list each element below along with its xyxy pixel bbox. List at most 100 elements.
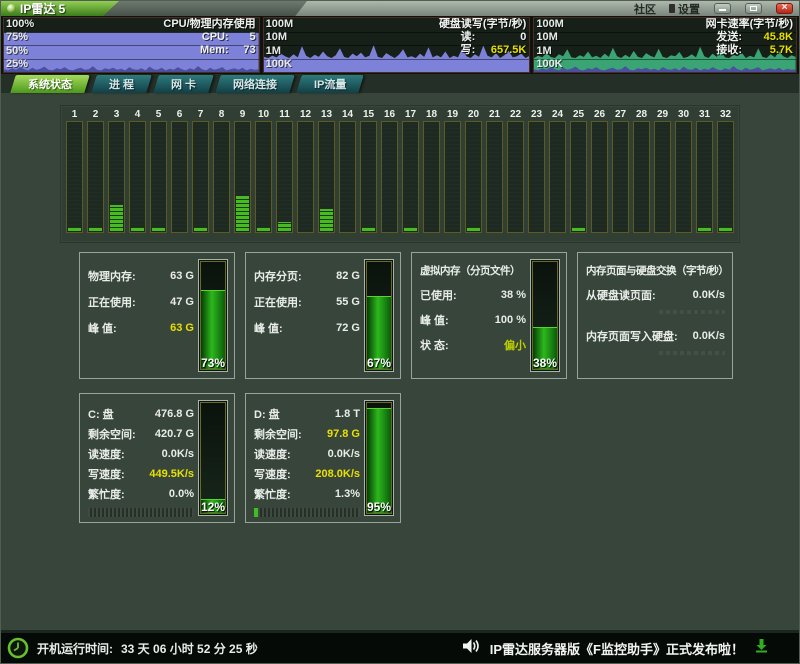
disk-panel-2: D: 盘1.8 T剩余空间:97.8 G读速度:0.0K/s写速度:208.0K… [245, 393, 401, 523]
cpu-core: 20 [465, 108, 482, 233]
reading-label: Mem: [200, 44, 229, 57]
tab-5[interactable]: IP流量 [296, 75, 364, 93]
reading-value: 657.5K [480, 44, 526, 57]
tab-1[interactable]: 系统状态 [10, 75, 90, 93]
reading-value: 73 [234, 44, 256, 57]
panel-rows: 内存分页: 82 G 正在使用: 55 G 峰 值: 72 G [254, 263, 360, 341]
cpu-core-number: 16 [384, 108, 395, 121]
disk-busy-bar [254, 508, 360, 517]
gauge-body [366, 402, 392, 514]
announcement-text[interactable]: IP雷达服务器版《F监控助手》正式发布啦！ [490, 639, 744, 658]
cpu-core: 19 [444, 108, 461, 233]
info-value: 97.8 G [327, 428, 360, 440]
cpu-core: 25 [570, 108, 587, 233]
info-label: 正在使用: [254, 294, 302, 310]
disk-panel-1: C: 盘476.8 G剩余空间:420.7 G读速度:0.0K/s写速度:449… [79, 393, 235, 523]
cpu-core: 29 [654, 108, 671, 233]
cpu-core-fill [698, 227, 711, 231]
info-row: 从硬盘读页面:0.0K/s [586, 282, 725, 307]
panel-rows: 物理内存:63 G正在使用:47 G峰 值:63 G [88, 263, 194, 341]
info-label: 峰 值: [254, 320, 283, 336]
maximize-button[interactable] [745, 3, 762, 14]
chart-reading: 写:657.5K [461, 44, 527, 57]
cpu-core-number: 30 [678, 108, 689, 121]
close-button[interactable]: × [776, 3, 793, 14]
close-icon: × [777, 2, 792, 13]
info-label: 内存分页: [254, 268, 302, 284]
settings-button[interactable]: 设置 [669, 1, 700, 17]
info-value: 82 G [336, 270, 360, 282]
cpu-core-number: 17 [405, 108, 416, 121]
info-value: 55 G [336, 296, 360, 308]
disk-busy-bar [88, 508, 194, 517]
gauge-percent: 73% [199, 356, 227, 370]
cpu-core: 26 [591, 108, 608, 233]
chart-y-label: 10M [266, 31, 287, 43]
info-label: 峰 值: [88, 320, 117, 336]
panel-title: 虚拟内存（分页文件） [420, 263, 526, 278]
cpu-core-number: 3 [114, 108, 120, 121]
community-link[interactable]: 社区 [634, 1, 656, 17]
cpu-core-number: 5 [156, 108, 162, 121]
cpu-core-number: 19 [447, 108, 458, 121]
cpu-core: 5 [150, 108, 167, 233]
info-row: 物理内存:63 G [88, 263, 194, 289]
memory-panel-4: 内存页面与硬盘交换（字节/秒）从硬盘读页面:0.0K/s内存页面写入硬盘:0.0… [577, 252, 733, 379]
tab-2[interactable]: 进 程 [91, 75, 152, 93]
chart-gridline [264, 59, 530, 60]
cpu-core: 21 [486, 108, 503, 233]
disk-name: C: 盘 [88, 406, 114, 422]
cpu-core: 15 [360, 108, 377, 233]
info-row: 读速度:0.0K/s [88, 444, 194, 464]
gauge-percent: 38% [531, 356, 559, 370]
info-label: 写速度: [254, 466, 291, 482]
usage-gauge: 38% [530, 259, 560, 372]
tab-4[interactable]: 网络连接 [215, 75, 295, 93]
disk-name-row: C: 盘476.8 G [88, 404, 194, 424]
reading-label: 读: [461, 31, 476, 44]
cpu-core-bar [234, 121, 251, 233]
cpu-core-fill [131, 227, 144, 231]
chart-reading: 接收:5.7K [716, 44, 793, 57]
cpu-core: 14 [339, 108, 356, 233]
cpu-core-bar [171, 121, 188, 233]
settings-label: 设置 [678, 1, 700, 17]
reading-value: 5 [234, 31, 256, 44]
info-row: 峰 值:63 G [88, 315, 194, 341]
cpu-core-number: 20 [468, 108, 479, 121]
info-row: 剩余空间:97.8 G [254, 424, 360, 444]
info-label: 状 态: [420, 337, 449, 353]
cpu-core-bar [87, 121, 104, 233]
titlebar-actions: 社区 设置 × [634, 1, 799, 17]
chart-y-label: 10M [536, 31, 557, 43]
cpu-core-bar [276, 121, 293, 233]
tab-3[interactable]: 网 卡 [153, 75, 214, 93]
minimize-button[interactable] [714, 3, 731, 14]
chart-title: 硬盘读写(字节/秒) [439, 18, 526, 31]
status-bar: 开机运行时间: 33 天 06 小时 52 分 25 秒 IP雷达服务器版《F监… [1, 630, 799, 663]
disk-size: 1.8 T [335, 408, 360, 420]
panel-rows: D: 盘1.8 T剩余空间:97.8 G读速度:0.0K/s写速度:208.0K… [254, 404, 360, 517]
info-row: 峰 值: 72 G [254, 315, 360, 341]
cpu-core-number: 31 [699, 108, 710, 121]
info-value: 47 G [170, 296, 194, 308]
app-logo-icon [7, 4, 16, 13]
info-value: 72 G [336, 322, 360, 334]
cpu-core-fill [320, 209, 333, 231]
tab-label: 系统状态 [28, 76, 72, 92]
info-row: 正在使用:47 G [88, 289, 194, 315]
info-value: 0.0K/s [693, 289, 725, 301]
chart-y-label: 25% [6, 58, 28, 70]
app-logo: IP雷达 5 [1, 1, 119, 16]
cpu-core: 17 [402, 108, 419, 233]
memory-panel-3: 虚拟内存（分页文件）已使用:38 %峰 值:100 %状 态:偏小38% [411, 252, 567, 379]
info-label: 峰 值: [420, 312, 449, 328]
download-icon[interactable] [754, 638, 769, 658]
nic-speed-chart: 网卡速率(字节/秒) 发送:45.8K接收:5.7K 100M10M1M100K [533, 17, 797, 73]
uptime-label: 开机运行时间: [37, 640, 113, 657]
cpu-core-fill [404, 227, 417, 231]
uptime-clock-icon [7, 637, 29, 659]
uptime-value: 33 天 06 小时 52 分 25 秒 [121, 640, 258, 657]
usage-gauge: 95% [364, 400, 394, 516]
cpu-core-fill [194, 227, 207, 231]
